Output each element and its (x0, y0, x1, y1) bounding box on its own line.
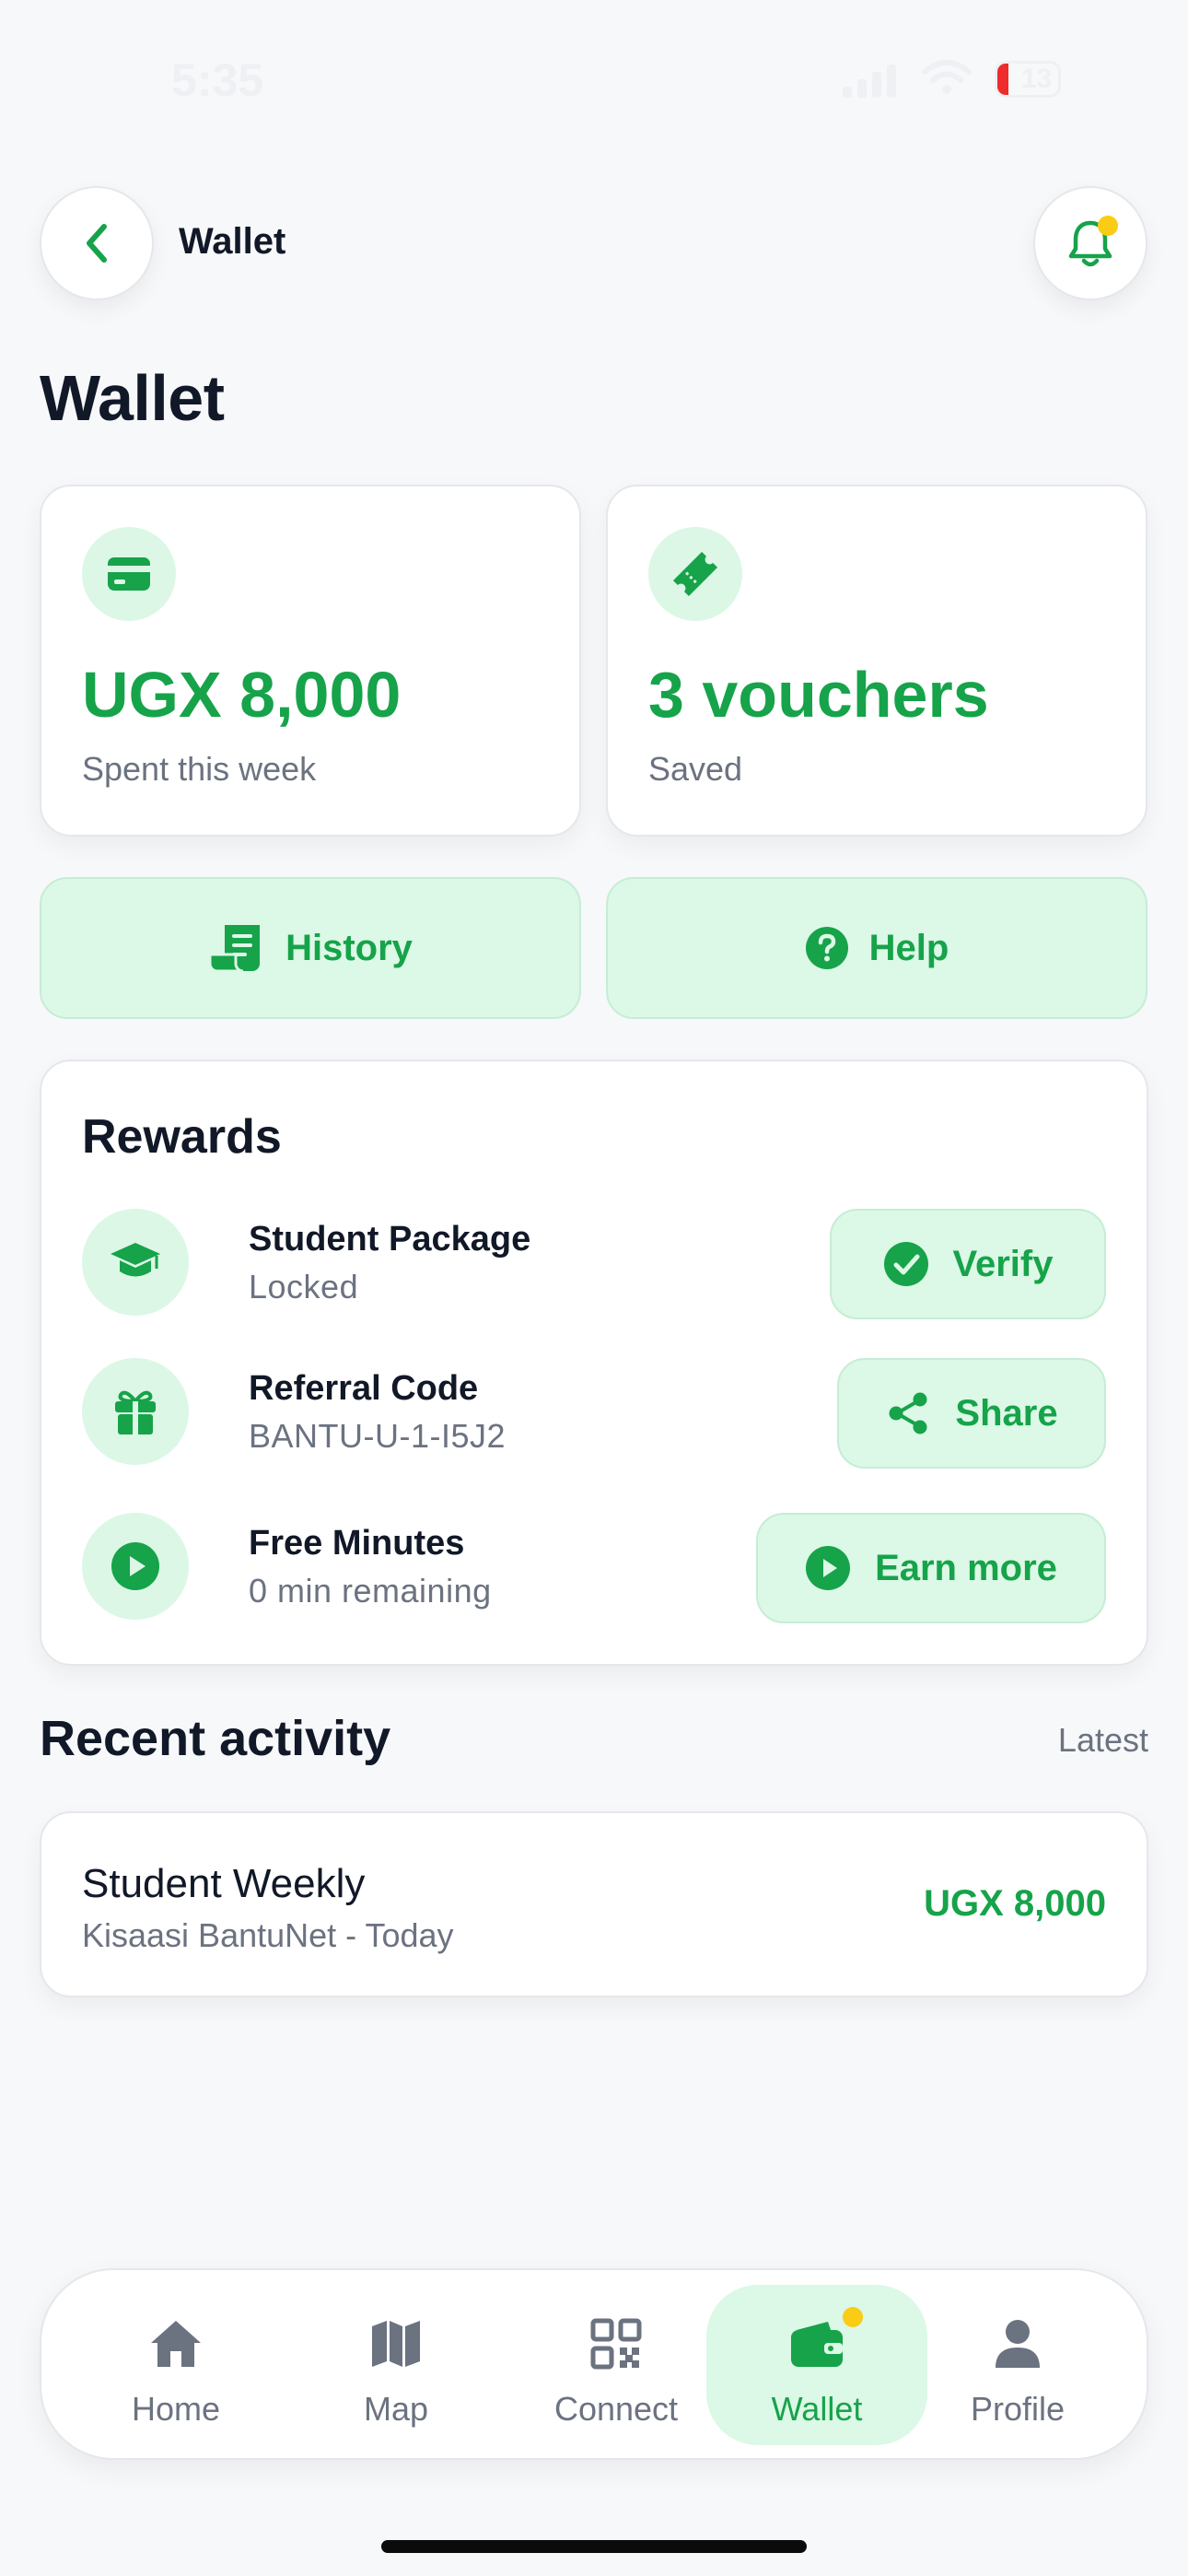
profile-icon (994, 2314, 1042, 2373)
bottom-nav: Home Map Connect Wallet Profile (40, 2268, 1148, 2460)
header-title: Wallet (179, 221, 286, 262)
verify-label: Verify (952, 1243, 1054, 1284)
wallet-screen: 5:35 13 Wallet Wallet UGX 8,000 Spent th… (0, 0, 1188, 2576)
wifi-icon (922, 60, 972, 94)
card-icon (82, 527, 176, 621)
spent-value: UGX 8,000 (82, 659, 402, 731)
vouchers-value: 3 vouchers (648, 659, 989, 731)
home-icon (148, 2314, 204, 2373)
reward-row-free-minutes: Free Minutes 0 min remaining Earn more (82, 1513, 1106, 1623)
map-icon (370, 2314, 422, 2373)
wallet-badge (843, 2307, 863, 2327)
spent-label: Spent this week (82, 750, 317, 788)
activity-item[interactable]: Student Weekly Kisaasi BantuNet - Today … (40, 1811, 1148, 1997)
question-circle-icon (805, 927, 848, 969)
nav-label: Wallet (771, 2390, 863, 2428)
nav-item-home[interactable]: Home (65, 2285, 286, 2445)
referral-code-value: BANTU-U-1-I5J2 (249, 1417, 507, 1455)
earn-more-button[interactable]: Earn more (756, 1513, 1106, 1623)
battery-level: 13 (1021, 64, 1053, 94)
reward-row-referral-code: Referral Code BANTU-U-1-I5J2 Share (82, 1358, 1106, 1469)
recent-activity-title: Recent activity (40, 1711, 391, 1766)
ticket-icon (648, 527, 742, 621)
reward-title: Free Minutes (249, 1524, 465, 1563)
reward-title: Referral Code (249, 1369, 479, 1408)
verify-button[interactable]: Verify (830, 1209, 1106, 1319)
reward-subtitle: 0 min remaining (249, 1572, 492, 1610)
share-button[interactable]: Share (837, 1358, 1106, 1469)
share-icon (889, 1392, 927, 1434)
share-label: Share (955, 1392, 1058, 1434)
qr-icon (590, 2314, 642, 2373)
signal-icon (843, 64, 896, 98)
nav-item-profile[interactable]: Profile (907, 2285, 1128, 2445)
spent-card: UGX 8,000 Spent this week (40, 485, 581, 837)
status-bar: 5:35 13 (0, 0, 1188, 157)
nav-label: Connect (553, 2390, 679, 2428)
history-button[interactable]: History (40, 877, 581, 1019)
activity-amount: UGX 8,000 (924, 1883, 1106, 1924)
rewards-title: Rewards (82, 1110, 282, 1164)
nav-label: Map (363, 2390, 429, 2428)
vouchers-label: Saved (648, 750, 743, 788)
status-time: 5:35 (171, 54, 264, 106)
nav-label: Profile (970, 2390, 1066, 2428)
vouchers-card: 3 vouchers Saved (606, 485, 1147, 837)
nav-item-map[interactable]: Map (285, 2285, 507, 2445)
nav-label: Home (131, 2390, 221, 2428)
activity-title: Student Weekly (82, 1861, 366, 1906)
latest-filter[interactable]: Latest (1058, 1721, 1148, 1760)
wallet-icon (789, 2307, 863, 2373)
graduation-cap-icon (82, 1209, 189, 1316)
nav-item-wallet[interactable]: Wallet (706, 2285, 927, 2445)
home-indicator[interactable] (381, 2540, 807, 2553)
play-circle-icon (806, 1546, 851, 1590)
check-circle-icon (883, 1242, 928, 1286)
receipt-icon (208, 925, 261, 973)
rewards-card: Rewards Student Package Locked Verify Re… (40, 1060, 1148, 1666)
activity-subtitle: Kisaasi BantuNet - Today (82, 1916, 454, 1954)
page-title: Wallet (40, 362, 225, 434)
history-label: History (285, 927, 413, 968)
back-button[interactable] (40, 186, 154, 300)
reward-subtitle: Locked (249, 1268, 359, 1306)
notification-badge (1098, 216, 1118, 236)
nav-item-connect[interactable]: Connect (506, 2285, 727, 2445)
reward-title: Student Package (249, 1220, 531, 1259)
gift-icon (82, 1358, 189, 1465)
help-label: Help (868, 927, 949, 968)
earn-more-label: Earn more (875, 1547, 1057, 1588)
reward-row-student-package: Student Package Locked Verify (82, 1209, 1106, 1319)
help-button[interactable]: Help (606, 877, 1147, 1019)
chevron-left-icon (87, 224, 107, 263)
notifications-button[interactable] (1033, 186, 1147, 300)
battery-icon: 13 (995, 61, 1061, 98)
play-icon (82, 1513, 189, 1620)
